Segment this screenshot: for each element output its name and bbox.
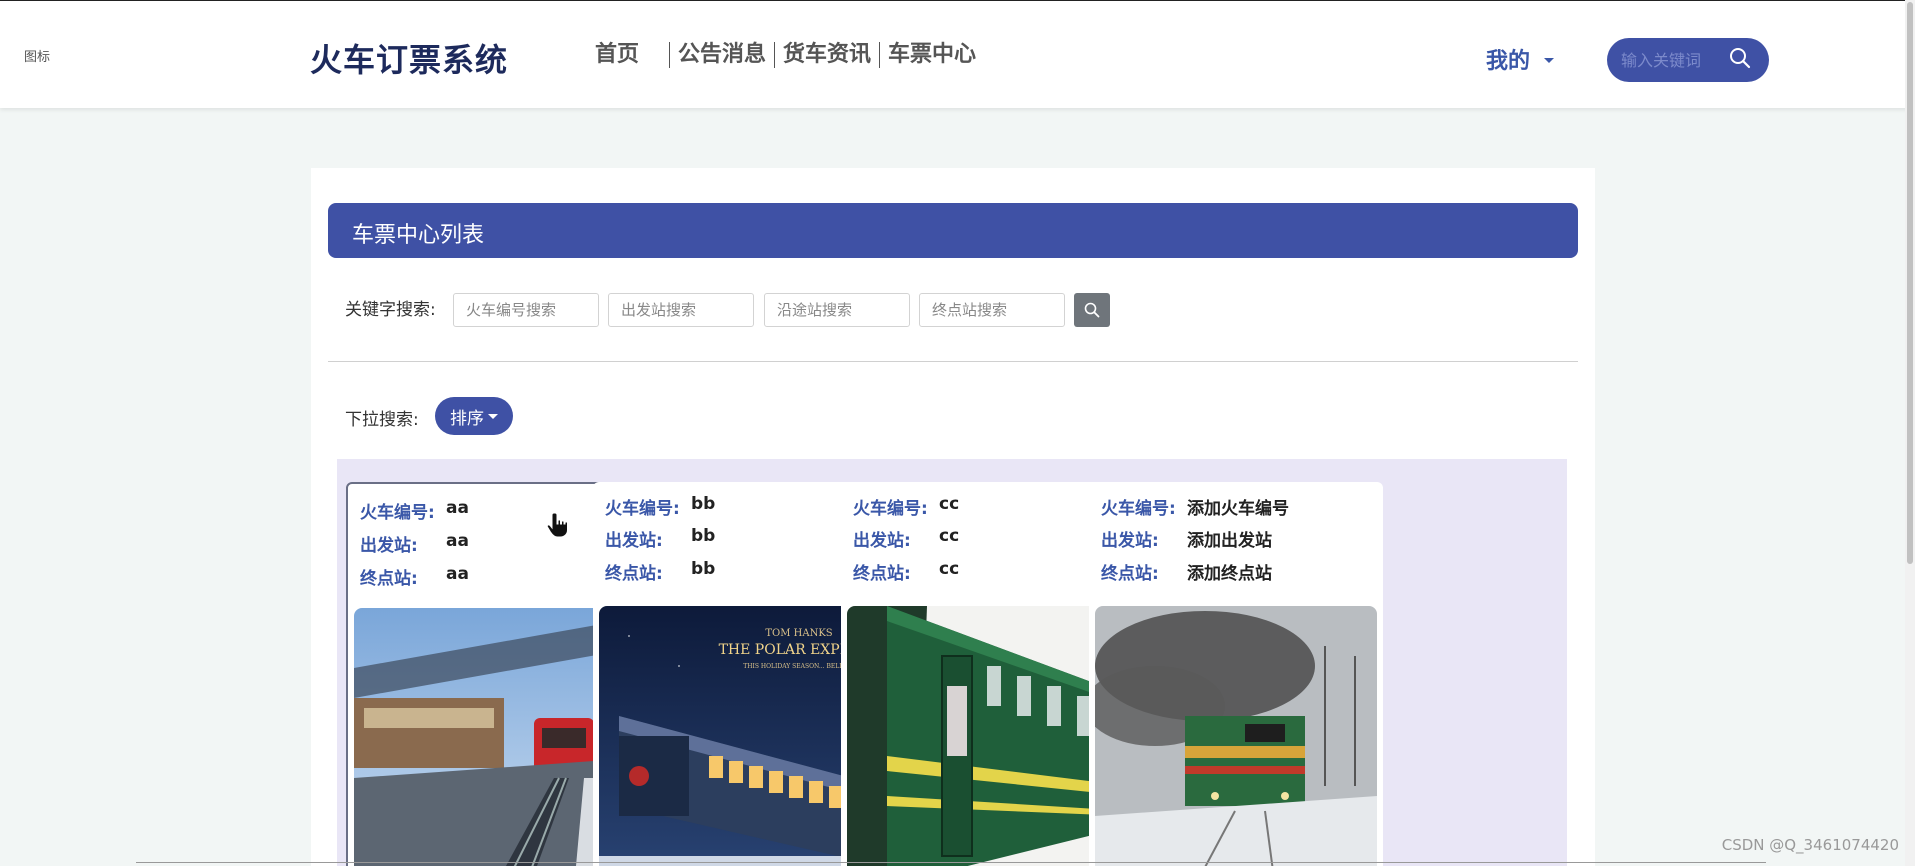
- search-icon: [1084, 302, 1100, 318]
- hand-cursor-icon: [546, 511, 571, 543]
- field-label: 火车编号:: [605, 499, 680, 519]
- dropdown-search-label: 下拉搜索:: [345, 410, 419, 430]
- terminal-value: cc: [939, 559, 960, 579]
- card-field-departure: 出发站: bb: [605, 526, 715, 551]
- terminal-value: aa: [446, 564, 469, 584]
- watermark: CSDN @Q_3461074420: [1721, 836, 1899, 854]
- main-nav: 首页 公告消息 货车资讯 车票中心: [587, 41, 984, 69]
- card-field-train-no: 火车编号: bb: [605, 494, 715, 519]
- keyword-search-label: 关键字搜索:: [345, 300, 436, 320]
- logo-image[interactable]: 图标: [24, 46, 50, 65]
- train-no-value: aa: [446, 498, 469, 518]
- sort-dropdown-button[interactable]: 排序: [435, 397, 513, 435]
- train-no-value: cc: [939, 494, 960, 514]
- card-field-train-no: 火车编号: aa: [360, 498, 469, 523]
- terminal-value: bb: [691, 559, 716, 579]
- card-field-train-no: 火车编号: 添加火车编号: [1101, 494, 1289, 519]
- list-title-bar: 车票中心列表: [328, 203, 1578, 258]
- via-station-search-input[interactable]: [764, 293, 910, 327]
- list-title: 车票中心列表: [352, 223, 485, 248]
- departure-value: bb: [691, 526, 716, 546]
- header-search-input[interactable]: [1621, 50, 1721, 70]
- train-no-search-input[interactable]: [453, 293, 599, 327]
- train-no-value: bb: [691, 494, 716, 514]
- ticket-card[interactable]: 火车编号: 添加火车编号 出发站: 添加出发站 终点站: 添加终点站: [1089, 482, 1383, 866]
- card-field-terminal: 终点站: bb: [605, 559, 715, 584]
- card-field-departure: 出发站: 添加出发站: [1101, 526, 1272, 551]
- field-label: 终点站:: [360, 569, 418, 589]
- user-menu-label: 我的: [1486, 49, 1531, 74]
- caret-down-icon: [1544, 57, 1555, 63]
- sort-label: 排序: [450, 408, 484, 429]
- search-button[interactable]: [1074, 293, 1110, 327]
- field-label: 出发站:: [853, 531, 911, 551]
- card-field-departure: 出发站: cc: [853, 526, 959, 551]
- field-label: 火车编号:: [1101, 499, 1176, 519]
- field-label: 出发站:: [1101, 531, 1159, 551]
- departure-value: aa: [446, 531, 469, 551]
- site-title[interactable]: 火车订票系统: [310, 35, 508, 81]
- card-field-terminal: 终点站: 添加终点站: [1101, 559, 1272, 584]
- terminal-search-input[interactable]: [919, 293, 1065, 327]
- field-label: 终点站:: [1101, 564, 1159, 584]
- departure-value: 添加出发站: [1187, 531, 1272, 551]
- field-label: 火车编号:: [360, 503, 435, 523]
- header-search: [1607, 38, 1769, 82]
- train-image[interactable]: TOM HANKS THE POLAR EXPRESS THIS HOLIDAY…: [599, 606, 881, 866]
- departure-value: cc: [939, 526, 960, 546]
- train-no-value: 添加火车编号: [1187, 499, 1289, 519]
- train-image[interactable]: [847, 606, 1129, 866]
- card-field-terminal: 终点站: aa: [360, 564, 469, 589]
- nav-announcements[interactable]: 公告消息: [670, 41, 774, 69]
- card-field-departure: 出发站: aa: [360, 531, 469, 556]
- nav-home[interactable]: 首页: [587, 41, 669, 69]
- field-label: 终点站:: [605, 564, 663, 584]
- departure-search-input[interactable]: [608, 293, 754, 327]
- field-label: 出发站:: [360, 536, 418, 556]
- ticket-cards-area: 火车编号: aa 出发站: aa 终点站: aa 火车编号: bb 出发站: b…: [337, 459, 1567, 866]
- field-label: 终点站:: [853, 564, 911, 584]
- search-icon[interactable]: [1729, 47, 1751, 73]
- scrollbar-thumb[interactable]: [1907, 2, 1913, 564]
- terminal-value: 添加终点站: [1187, 564, 1272, 584]
- nav-ticket-center[interactable]: 车票中心: [880, 41, 984, 69]
- nav-freight-news[interactable]: 货车资讯: [775, 41, 879, 69]
- train-image[interactable]: [1095, 606, 1377, 866]
- bottom-edge: [136, 862, 1766, 863]
- card-field-train-no: 火车编号: cc: [853, 494, 959, 519]
- poster-tagline-text: THIS HOLIDAY SEASON... BELIEVE: [743, 663, 854, 670]
- ticket-list-panel: 车票中心列表 关键字搜索: 下拉搜索: 排序 火车编号: aa 出发站: aa …: [311, 168, 1595, 866]
- caret-down-icon: [488, 413, 498, 419]
- user-menu-dropdown[interactable]: 我的: [1486, 43, 1555, 75]
- page-scrollbar[interactable]: [1905, 0, 1915, 866]
- field-label: 出发站:: [605, 531, 663, 551]
- divider: [328, 361, 1578, 362]
- poster-actor-text: TOM HANKS: [765, 628, 832, 639]
- card-field-terminal: 终点站: cc: [853, 559, 959, 584]
- field-label: 火车编号:: [853, 499, 928, 519]
- top-header: 图标 火车订票系统 首页 公告消息 货车资讯 车票中心 我的: [0, 0, 1915, 108]
